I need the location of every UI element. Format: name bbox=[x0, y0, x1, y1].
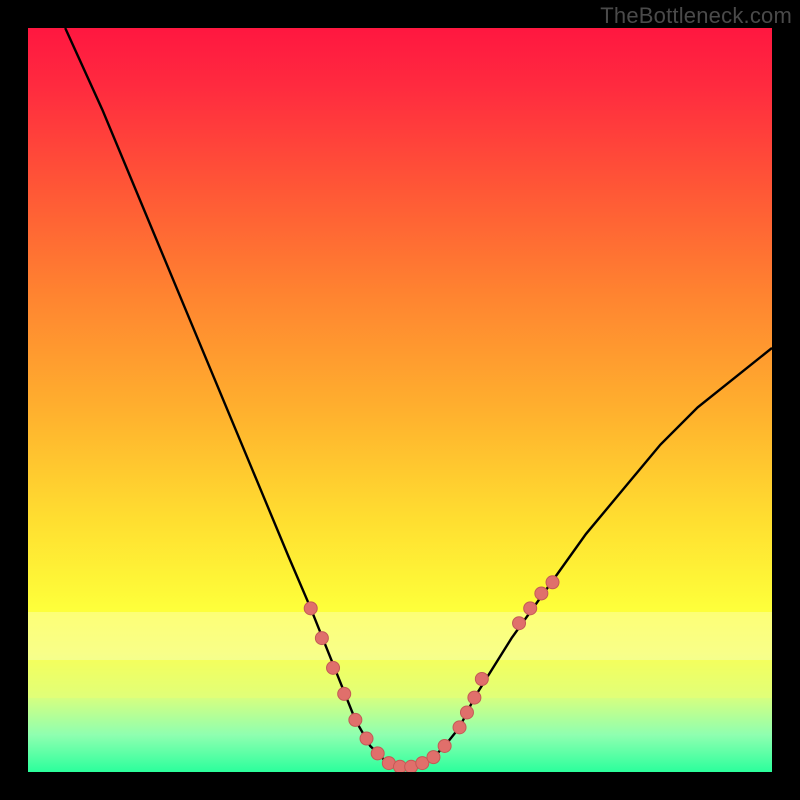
marker-left-cluster bbox=[327, 661, 340, 674]
marker-left-cluster bbox=[360, 732, 373, 745]
marker-right-cluster bbox=[453, 721, 466, 734]
watermark-text: TheBottleneck.com bbox=[600, 3, 792, 29]
marker-right-cluster bbox=[468, 691, 481, 704]
marker-right-cluster bbox=[524, 602, 537, 615]
bottleneck-curve bbox=[65, 28, 772, 768]
marker-left-cluster bbox=[338, 687, 351, 700]
marker-right-cluster bbox=[535, 587, 548, 600]
curve-markers bbox=[304, 576, 559, 772]
marker-right-cluster bbox=[513, 617, 526, 630]
marker-right-cluster bbox=[475, 673, 488, 686]
marker-right-cluster bbox=[460, 706, 473, 719]
curve-layer bbox=[28, 28, 772, 772]
marker-left-cluster bbox=[304, 602, 317, 615]
marker-left-cluster bbox=[349, 713, 362, 726]
marker-bottom bbox=[427, 751, 440, 764]
plot-area bbox=[28, 28, 772, 772]
marker-left-cluster bbox=[371, 747, 384, 760]
marker-right-cluster bbox=[546, 576, 559, 589]
marker-bottom bbox=[438, 739, 451, 752]
chart-frame: TheBottleneck.com bbox=[0, 0, 800, 800]
marker-left-cluster bbox=[315, 632, 328, 645]
